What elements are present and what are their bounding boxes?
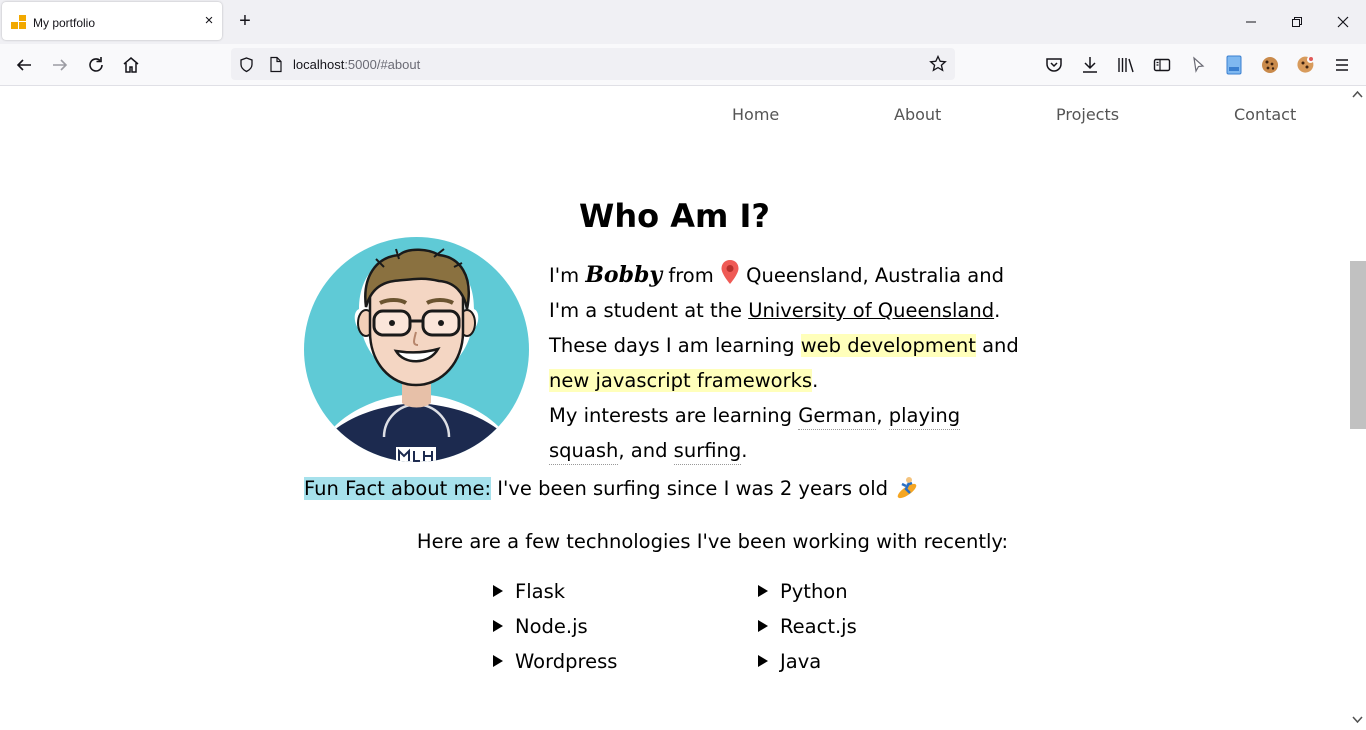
location-pin-icon: [721, 260, 739, 284]
tech-label: Flask: [515, 580, 566, 603]
tech-label: React.js: [780, 615, 857, 638]
tech-label: Java: [780, 650, 822, 673]
close-tab-icon[interactable]: ×: [199, 11, 219, 31]
bio-text: I'm: [549, 264, 586, 287]
bio-text: My interests are learning: [549, 404, 799, 427]
reload-icon[interactable]: [84, 53, 108, 77]
new-tab-button[interactable]: +: [234, 11, 256, 33]
url-path: :5000/#about: [344, 57, 421, 72]
tech-intro: Here are a few technologies I've been wo…: [416, 530, 1009, 553]
document-extension-icon[interactable]: [1222, 53, 1246, 77]
scroll-up-icon[interactable]: [1352, 90, 1363, 98]
tech-label: Wordpress: [515, 650, 618, 673]
university-link[interactable]: University of Queensland: [748, 299, 994, 322]
restore-icon[interactable]: [1285, 11, 1309, 33]
tab-title: My portfolio: [33, 16, 96, 30]
cursor-extension-icon[interactable]: [1186, 53, 1210, 77]
bio-text: .: [741, 439, 748, 462]
bio-text: from: [662, 264, 720, 287]
fun-fact-label: Fun Fact about me:: [304, 477, 492, 500]
minimize-icon[interactable]: [1239, 11, 1263, 33]
back-arrow-icon[interactable]: [12, 53, 36, 77]
page-scrollbar[interactable]: [1349, 86, 1366, 730]
browser-tab[interactable]: My portfolio ×: [2, 2, 222, 40]
shield-icon[interactable]: [238, 56, 255, 73]
bio-text: and: [975, 334, 1019, 357]
bio-text: .: [812, 369, 819, 392]
url-host: localhost: [293, 57, 345, 72]
tech-label: Node.js: [515, 615, 588, 638]
nav-home-link[interactable]: Home: [732, 105, 779, 124]
tech-item: Flask: [493, 574, 617, 609]
nav-projects-link[interactable]: Projects: [1056, 105, 1119, 124]
about-heading: Who Am I?: [579, 197, 770, 235]
surfer-emoji-icon: [897, 477, 917, 499]
fun-fact-text: I've been surfing since I was 2 years ol…: [491, 477, 895, 500]
menu-icon[interactable]: [1330, 53, 1354, 77]
tech-label: Python: [780, 580, 848, 603]
home-icon[interactable]: [119, 53, 143, 77]
triangle-bullet-icon: [493, 655, 503, 667]
tech-list-left: Flask Node.js Wordpress: [493, 574, 617, 679]
page-icon[interactable]: [268, 56, 283, 73]
triangle-bullet-icon: [493, 585, 503, 597]
nav-contact-link[interactable]: Contact: [1234, 105, 1296, 124]
cookie-bite-extension-icon[interactable]: [1294, 53, 1318, 77]
address-bar[interactable]: localhost:5000/#about: [231, 48, 955, 80]
triangle-bullet-icon: [758, 585, 768, 597]
highlight-web-development: web development: [800, 334, 976, 357]
scroll-down-icon[interactable]: [1352, 716, 1363, 724]
browser-toolbar: localhost:5000/#about: [0, 44, 1366, 86]
star-bookmark-icon[interactable]: [929, 55, 947, 73]
scroll-thumb[interactable]: [1350, 261, 1366, 429]
name-text: Bobby: [585, 262, 663, 288]
library-icon[interactable]: [1114, 53, 1138, 77]
cookie-extension-icon[interactable]: [1258, 53, 1282, 77]
triangle-bullet-icon: [758, 655, 768, 667]
tech-item: Wordpress: [493, 644, 617, 679]
tech-item: Python: [758, 574, 857, 609]
pocket-icon[interactable]: [1042, 53, 1066, 77]
highlight-javascript-frameworks: new javascript frameworks: [549, 369, 813, 392]
tech-item: React.js: [758, 609, 857, 644]
forward-arrow-icon[interactable]: [48, 53, 72, 77]
triangle-bullet-icon: [493, 620, 503, 632]
bio-text: , and: [618, 439, 674, 462]
tech-item: Java: [758, 644, 857, 679]
interest-german[interactable]: German: [798, 404, 877, 430]
bio-text: .: [994, 299, 1001, 322]
fun-fact: Fun Fact about me: I've been surfing sin…: [304, 474, 920, 503]
portfolio-favicon-icon: [11, 15, 26, 29]
nav-about-link[interactable]: About: [894, 105, 941, 124]
avatar: [304, 237, 529, 462]
tech-list-right: Python React.js Java: [758, 574, 857, 679]
url-text[interactable]: localhost:5000/#about: [293, 57, 420, 72]
download-icon[interactable]: [1078, 53, 1102, 77]
interest-surfing[interactable]: surfing: [673, 439, 742, 465]
bio-paragraph: I'm Bobby from Queensland, Australia and…: [549, 258, 1039, 468]
page-viewport: Home About Projects Contact Who Am I? I'…: [0, 86, 1349, 730]
cartoon-portrait-image: [304, 248, 529, 462]
triangle-bullet-icon: [758, 620, 768, 632]
tech-item: Node.js: [493, 609, 617, 644]
bio-text: ,: [876, 404, 889, 427]
bio-text: These days I am learning: [549, 334, 801, 357]
tab-strip: My portfolio × +: [0, 0, 1366, 44]
close-window-icon[interactable]: [1331, 11, 1355, 33]
sidebar-icon[interactable]: [1150, 53, 1174, 77]
